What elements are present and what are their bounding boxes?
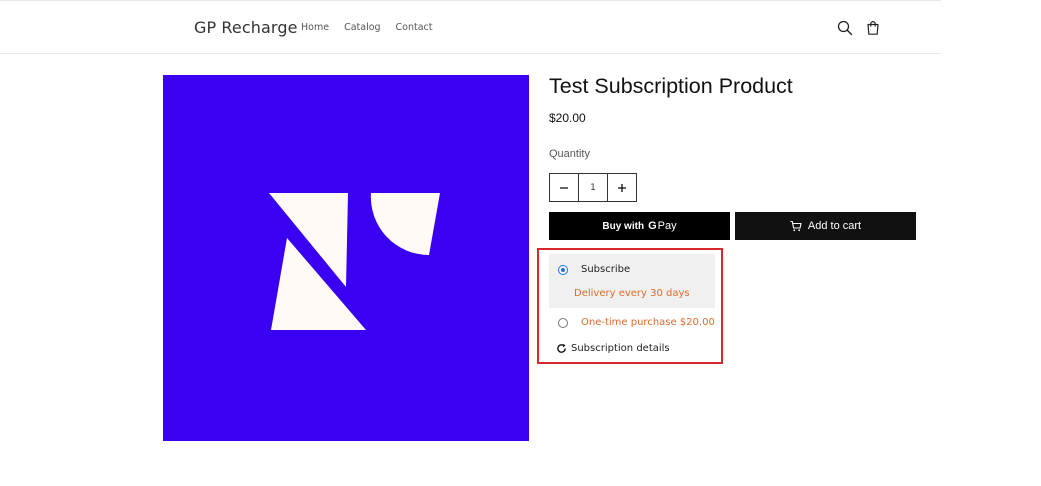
- subscribe-radio[interactable]: [558, 265, 568, 275]
- store-logo[interactable]: GP Recharge: [194, 18, 298, 37]
- add-to-cart-label: Add to cart: [807, 220, 862, 232]
- add-to-cart-button[interactable]: Add to cart: [735, 212, 916, 240]
- subscribe-option-box[interactable]: [549, 254, 715, 308]
- quantity-stepper: 1: [549, 173, 637, 202]
- one-time-purchase-label[interactable]: One-time purchase $20.00: [581, 317, 715, 328]
- quantity-label: Quantity: [549, 148, 590, 160]
- product-price: $20.00: [549, 111, 586, 125]
- gpay-buy-with-label: Buy with: [602, 220, 645, 232]
- cart-icon: [790, 220, 802, 232]
- gpay-button[interactable]: Buy with G Pay: [549, 212, 730, 240]
- nav-contact[interactable]: Contact: [396, 22, 433, 33]
- delivery-frequency: Delivery every 30 days: [574, 288, 690, 299]
- subscription-details-label: Subscription details: [571, 343, 670, 354]
- refresh-icon: [557, 343, 566, 353]
- quantity-decrease-button[interactable]: [550, 174, 578, 201]
- minus-icon: [560, 186, 568, 189]
- subscription-details-link[interactable]: Subscription details: [556, 343, 670, 354]
- cart-icon[interactable]: [864, 19, 882, 37]
- quantity-input[interactable]: 1: [578, 174, 608, 201]
- nav-home[interactable]: Home: [301, 22, 329, 33]
- gpay-pay-label: Pay: [657, 220, 677, 232]
- subscribe-label[interactable]: Subscribe: [581, 264, 630, 275]
- nav-catalog[interactable]: Catalog: [344, 22, 380, 33]
- product-image: [163, 75, 529, 441]
- one-time-radio[interactable]: [558, 318, 568, 328]
- site-header: GP Recharge Home Catalog Contact: [0, 0, 941, 54]
- google-g-icon: G: [648, 220, 657, 232]
- product-title: Test Subscription Product: [549, 74, 793, 98]
- main-nav: Home Catalog Contact: [301, 22, 433, 33]
- plus-icon: [618, 183, 626, 192]
- quantity-increase-button[interactable]: [608, 174, 636, 201]
- search-icon[interactable]: [836, 19, 854, 37]
